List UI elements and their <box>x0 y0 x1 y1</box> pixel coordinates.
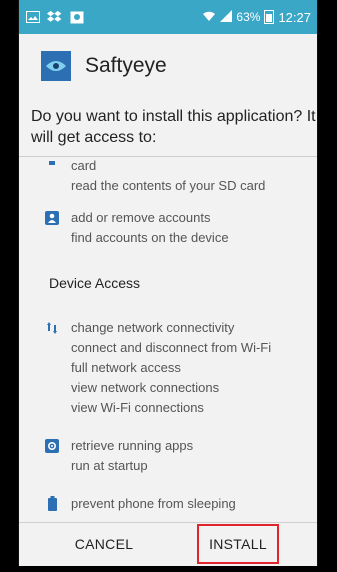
install-screen: 63% 12:27 Saftyeye Do you want to instal… <box>18 0 318 566</box>
permission-line: find accounts on the device <box>71 230 229 245</box>
permission-line: change network connectivity <box>71 320 235 335</box>
status-bar: 63% 12:27 <box>19 0 317 34</box>
permission-line: run at startup <box>71 458 148 473</box>
permission-line: retrieve running apps <box>71 438 194 453</box>
dropbox-icon <box>47 10 63 24</box>
gear-icon <box>45 439 59 453</box>
permission-line: read the contents of your SD card <box>71 178 266 193</box>
permission-line: view Wi-Fi connections <box>71 400 204 415</box>
permission-line: add or remove accounts <box>71 210 211 225</box>
divider <box>19 156 317 157</box>
app-header: Saftyeye <box>19 34 317 98</box>
divider <box>19 522 317 523</box>
battery-icon <box>264 10 275 24</box>
permission-line: connect and disconnect from Wi-Fi <box>71 340 272 355</box>
clock: 12:27 <box>278 9 311 25</box>
eye-icon <box>41 51 71 81</box>
cancel-button[interactable]: CANCEL <box>59 528 149 560</box>
battery-percent: 63% <box>236 10 261 24</box>
install-prompt: Do you want to install this application?… <box>31 108 316 146</box>
install-button[interactable]: INSTALL <box>197 524 279 564</box>
photo-icon <box>69 10 85 24</box>
permission-line: prevent phone from sleeping <box>71 496 236 511</box>
battery-icon <box>45 495 59 511</box>
wifi-icon <box>202 10 216 25</box>
storage-icon <box>45 160 59 170</box>
app-name: Saftyeye <box>85 54 167 77</box>
contact-card-icon <box>45 211 59 225</box>
permission-line: view network connections <box>71 380 220 395</box>
permission-line: full network access <box>71 360 181 375</box>
permissions-list[interactable]: card read the contents of your SD card a… <box>19 160 317 516</box>
permission-line: card <box>71 160 97 173</box>
image-icon <box>25 10 41 24</box>
network-arrows-icon <box>45 321 59 335</box>
signal-icon <box>220 9 233 25</box>
section-title-device-access: Device Access <box>49 275 141 291</box>
